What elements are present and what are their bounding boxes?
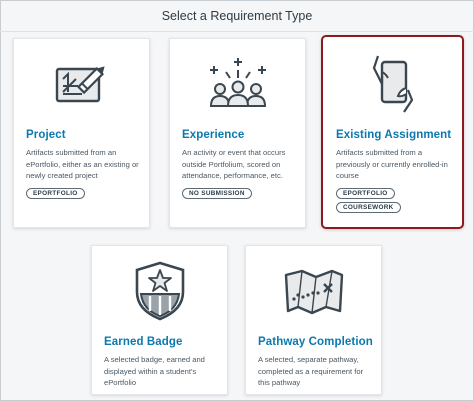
card-tags: NO SUBMISSION xyxy=(182,188,252,202)
people-group-icon xyxy=(170,51,305,117)
card-description: Artifacts submitted from an ePortfolio, … xyxy=(26,148,139,180)
project-board-pencil-icon xyxy=(14,51,149,117)
card-project[interactable]: Project Artifacts submitted from an ePor… xyxy=(13,38,150,228)
treasure-map-icon xyxy=(246,258,381,324)
card-title: Existing Assignment xyxy=(336,129,452,141)
tag-badge: NO SUBMISSION xyxy=(182,188,252,199)
card-earned-badge[interactable]: Earned Badge A selected badge, earned an… xyxy=(91,245,228,395)
tag-badge: EPORTFOLIO xyxy=(336,188,395,199)
title-divider xyxy=(0,31,474,32)
card-title: Project xyxy=(26,129,66,141)
card-pathway-completion[interactable]: Pathway Completion A selected, separate … xyxy=(245,245,382,395)
card-title: Experience xyxy=(182,129,245,141)
card-experience[interactable]: Experience An activity or event that occ… xyxy=(169,38,306,228)
card-title: Pathway Completion xyxy=(258,336,373,348)
card-description: A selected badge, earned and displayed w… xyxy=(104,355,205,387)
tag-badge: EPORTFOLIO xyxy=(26,188,85,199)
card-title: Earned Badge xyxy=(104,336,183,348)
dialog-title: Select a Requirement Type xyxy=(161,9,313,23)
card-description: An activity or event that occurs outside… xyxy=(182,148,286,180)
card-description: Artifacts submitted from a previously or… xyxy=(336,148,448,180)
card-tags: EPORTFOLIO COURSEWORK xyxy=(336,188,401,216)
hand-holding-tablet-icon xyxy=(323,51,462,117)
tag-badge: COURSEWORK xyxy=(336,202,401,213)
shield-star-badge-icon xyxy=(92,256,227,326)
card-existing-assignment[interactable]: Existing Assignment Artifacts submitted … xyxy=(321,35,464,229)
card-tags: EPORTFOLIO xyxy=(26,188,85,202)
card-description: A selected, separate pathway, completed … xyxy=(258,355,364,387)
